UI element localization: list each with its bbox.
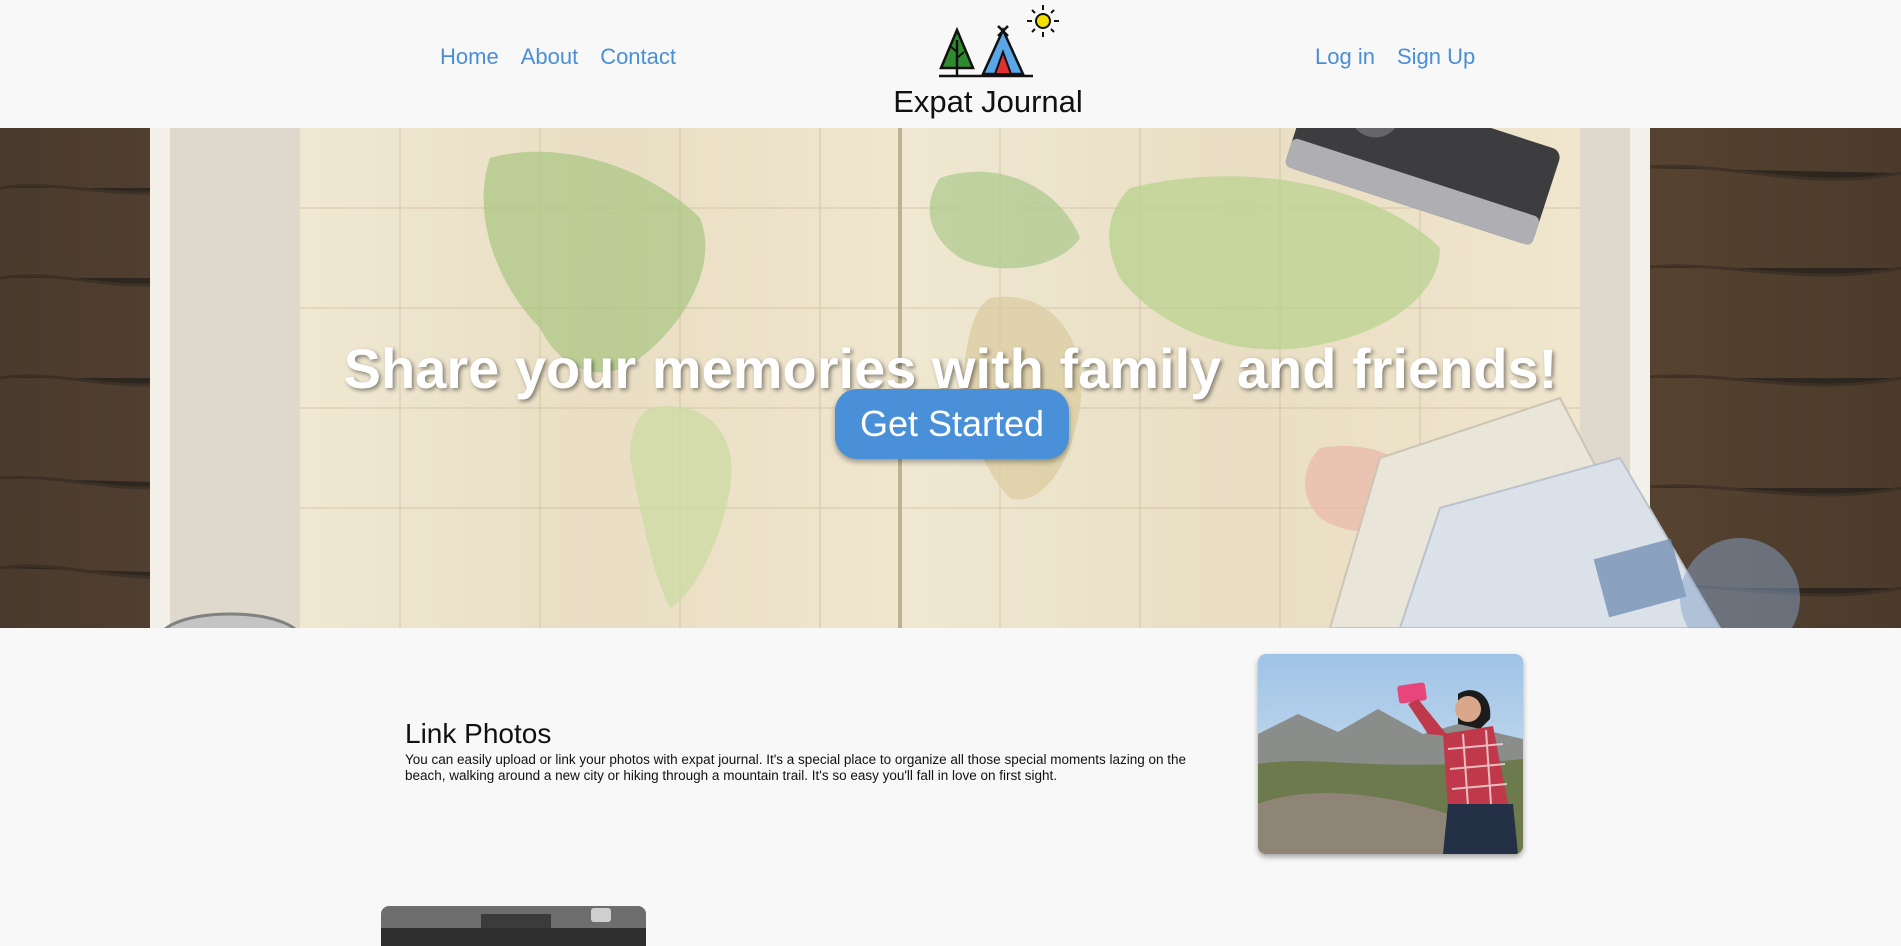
nav-about-link[interactable]: About: [521, 44, 579, 70]
brand-name: Expat Journal: [893, 84, 1083, 119]
hero-banner: Share your memories with family and frie…: [0, 128, 1901, 628]
hiker-taking-photo-image: [1258, 654, 1523, 854]
next-feature-photo: [381, 906, 646, 946]
site-logo[interactable]: Expat Journal: [893, 0, 1083, 125]
site-header: Home About Contact Expat Journal Log in …: [0, 0, 1901, 128]
tree-icon: [939, 26, 975, 76]
nav-home-link[interactable]: Home: [440, 44, 499, 70]
login-link[interactable]: Log in: [1315, 44, 1375, 70]
feature-photo: [1258, 654, 1523, 854]
nav-contact-link[interactable]: Contact: [600, 44, 676, 70]
tent-icon: [981, 25, 1025, 76]
account-nav: Log in Sign Up: [1315, 44, 1475, 70]
logo-graphic: [939, 5, 1059, 78]
primary-nav: Home About Contact: [440, 44, 676, 70]
get-started-button[interactable]: Get Started: [835, 389, 1069, 459]
signup-link[interactable]: Sign Up: [1397, 44, 1475, 70]
feature-title: Link Photos: [405, 718, 552, 749]
sun-icon: [1027, 5, 1059, 37]
camera-photo-image: [381, 906, 646, 946]
feature-description: You can easily upload or link your photo…: [405, 752, 1187, 783]
